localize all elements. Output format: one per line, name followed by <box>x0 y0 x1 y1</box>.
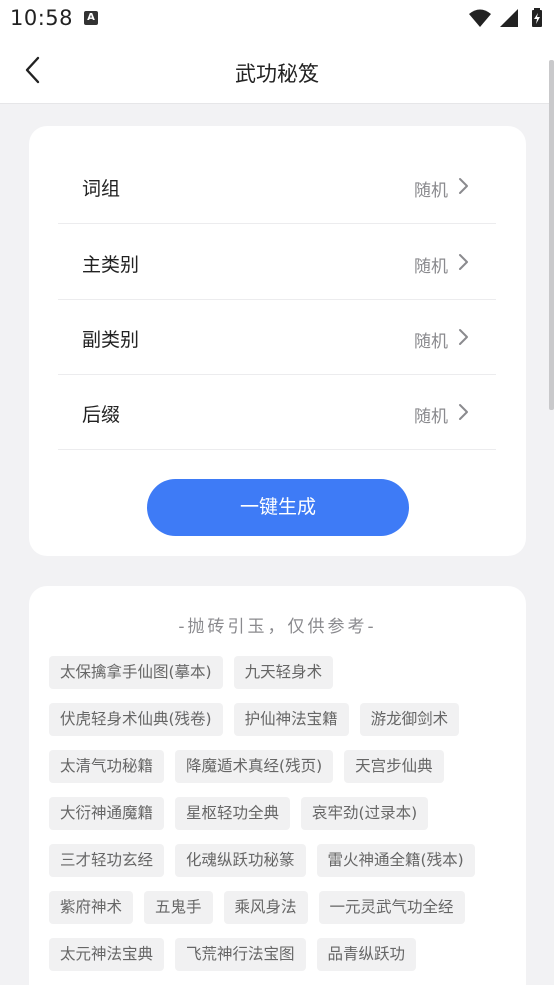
example-tag[interactable]: 化魂纵跃功秘篆 <box>175 844 306 877</box>
option-label: 副类别 <box>82 329 140 351</box>
example-tag[interactable]: 天宫步仙典 <box>344 750 444 783</box>
option-row-sub-category[interactable]: 副类别 随机 <box>58 299 496 375</box>
example-tag[interactable]: 游龙御剑术 <box>359 703 460 736</box>
wifi-icon <box>468 9 491 27</box>
option-row-main-category[interactable]: 主类别 随机 <box>58 224 496 300</box>
signal-icon <box>499 9 518 27</box>
chevron-right-icon <box>459 254 468 270</box>
example-tag[interactable]: 品青纵跃功 <box>316 938 417 971</box>
example-tag[interactable]: 五鬼手 <box>144 891 213 924</box>
example-tag[interactable]: 降魔遁术真经(残页) <box>175 750 334 783</box>
notification-icon-letter: A <box>87 12 95 23</box>
example-tag[interactable]: 一元灵武气功全经 <box>318 891 465 924</box>
example-tag[interactable]: 星枢轻功全典 <box>175 797 291 830</box>
chevron-right-icon <box>459 404 468 420</box>
option-label: 后缀 <box>82 404 121 426</box>
battery-icon <box>532 8 542 27</box>
example-tag[interactable]: 大衍神通魔籍 <box>49 797 165 830</box>
options-card: 词组 随机 主类别 随机 副类别 随机 后缀 随机 一键生成 <box>29 126 526 556</box>
example-tag[interactable]: 护仙神法宝籍 <box>233 703 349 736</box>
option-value: 随机 <box>414 257 448 277</box>
option-label: 主类别 <box>82 254 140 276</box>
scrollbar[interactable] <box>549 60 554 410</box>
example-tag[interactable]: 九天轻身术 <box>233 656 334 689</box>
example-tags: 太保擒拿手仙图(摹本) 九天轻身术 伏虎轻身术仙典(残卷) 护仙神法宝籍 游龙御… <box>49 656 509 971</box>
chevron-right-icon <box>459 178 468 194</box>
example-tag[interactable]: 太保擒拿手仙图(摹本) <box>49 656 223 689</box>
nav-bar: 武功秘笈 <box>0 38 554 104</box>
status-bar: 10:58 A <box>0 0 554 38</box>
example-tag[interactable]: 太清气功秘籍 <box>49 750 165 783</box>
option-row-suffix[interactable]: 后缀 随机 <box>58 374 496 450</box>
option-value: 随机 <box>414 181 448 201</box>
example-tag[interactable]: 哀牢劲(过录本) <box>301 797 429 830</box>
examples-heading: -抛砖引玉，仅供参考- <box>178 617 377 637</box>
example-tag[interactable]: 乘风身法 <box>223 891 308 924</box>
option-value: 随机 <box>414 407 448 427</box>
example-tag[interactable]: 伏虎轻身术仙典(残卷) <box>49 703 223 736</box>
example-tag[interactable]: 紫府神术 <box>49 891 134 924</box>
page-title: 武功秘笈 <box>235 62 319 86</box>
chevron-right-icon <box>459 329 468 345</box>
example-tag[interactable]: 太元神法宝典 <box>49 938 165 971</box>
generate-button[interactable]: 一键生成 <box>147 479 409 536</box>
example-tag[interactable]: 飞荒神行法宝图 <box>175 938 306 971</box>
status-icons <box>468 8 544 28</box>
example-tag[interactable]: 三才轻功玄经 <box>49 844 165 877</box>
option-label: 词组 <box>82 178 121 200</box>
examples-card: -抛砖引玉，仅供参考- 太保擒拿手仙图(摹本) 九天轻身术 伏虎轻身术仙典(残卷… <box>29 586 526 985</box>
option-value: 随机 <box>414 332 448 352</box>
notification-icon: A <box>84 11 98 25</box>
option-row-phrase[interactable]: 词组 随机 <box>58 148 496 224</box>
example-tag[interactable]: 雷火神通全籍(残本) <box>316 844 475 877</box>
status-time: 10:58 <box>10 6 74 30</box>
